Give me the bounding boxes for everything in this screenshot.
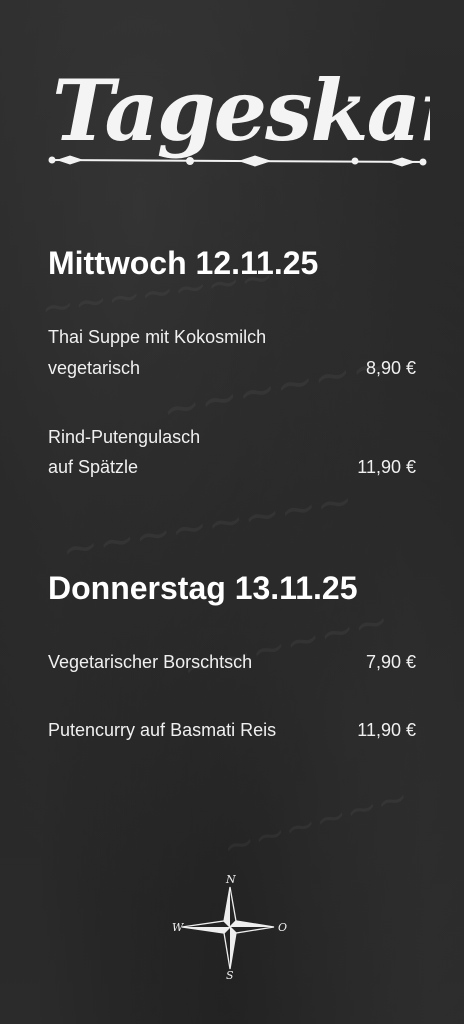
dish-price: 8,90 € [365,358,416,378]
menu-item-line: Putencurry auf Basmati Reis 11,90 € [48,720,416,741]
compass-east-label: O [278,921,287,934]
dish-price: 11,90 € [357,720,416,740]
compass-south-label: S [226,969,234,982]
chalk-smudge: ~~~~~~ [177,595,394,694]
day-heading-wednesday: Mittwoch 12.11.25 [48,245,319,281]
menu-item-line: Rind-Putengulasch [48,427,416,448]
dish-price: 7,90 € [365,652,416,672]
dish-name: Putencurry auf Basmati Reis [48,720,277,740]
dish-name: Rind-Putengulasch [48,427,201,447]
dish-description: vegetarisch [48,358,141,378]
dish-price: 11,90 € [357,457,416,477]
compass-rose-icon: N W O S [172,873,287,982]
day-heading-thursday: Donnerstag 13.11.25 [48,570,358,606]
chalk-smudge: ~~~~~~ [157,337,394,438]
dish-description: auf Spätzle [48,457,139,477]
chalk-smudge: ~~~~~~ [218,775,414,870]
menu-item-line: auf Spätzle 11,90 € [48,457,416,478]
chalkboard: ~~~~~~~ ~~~~~~ ~~~~~~~~ ~~~~~~ ~~~~~~ Ta… [0,0,464,1024]
menu-item-line: vegetarisch 8,90 € [48,358,416,379]
title-lettering: Tageskarte [48,61,430,167]
chalk-smudge: ~~~~~~~~ [58,475,357,576]
dish-name: Thai Suppe mit Kokosmilch [48,327,267,347]
dish-name: Vegetarischer Borschtsch [48,652,253,672]
menu-item-line: Thai Suppe mit Kokosmilch [48,327,416,348]
page-title: Tageskarte [52,61,430,160]
menu-item-line: Vegetarischer Borschtsch 7,90 € [48,652,416,673]
compass-west-label: W [172,921,185,934]
compass-north-label: N [225,873,236,886]
